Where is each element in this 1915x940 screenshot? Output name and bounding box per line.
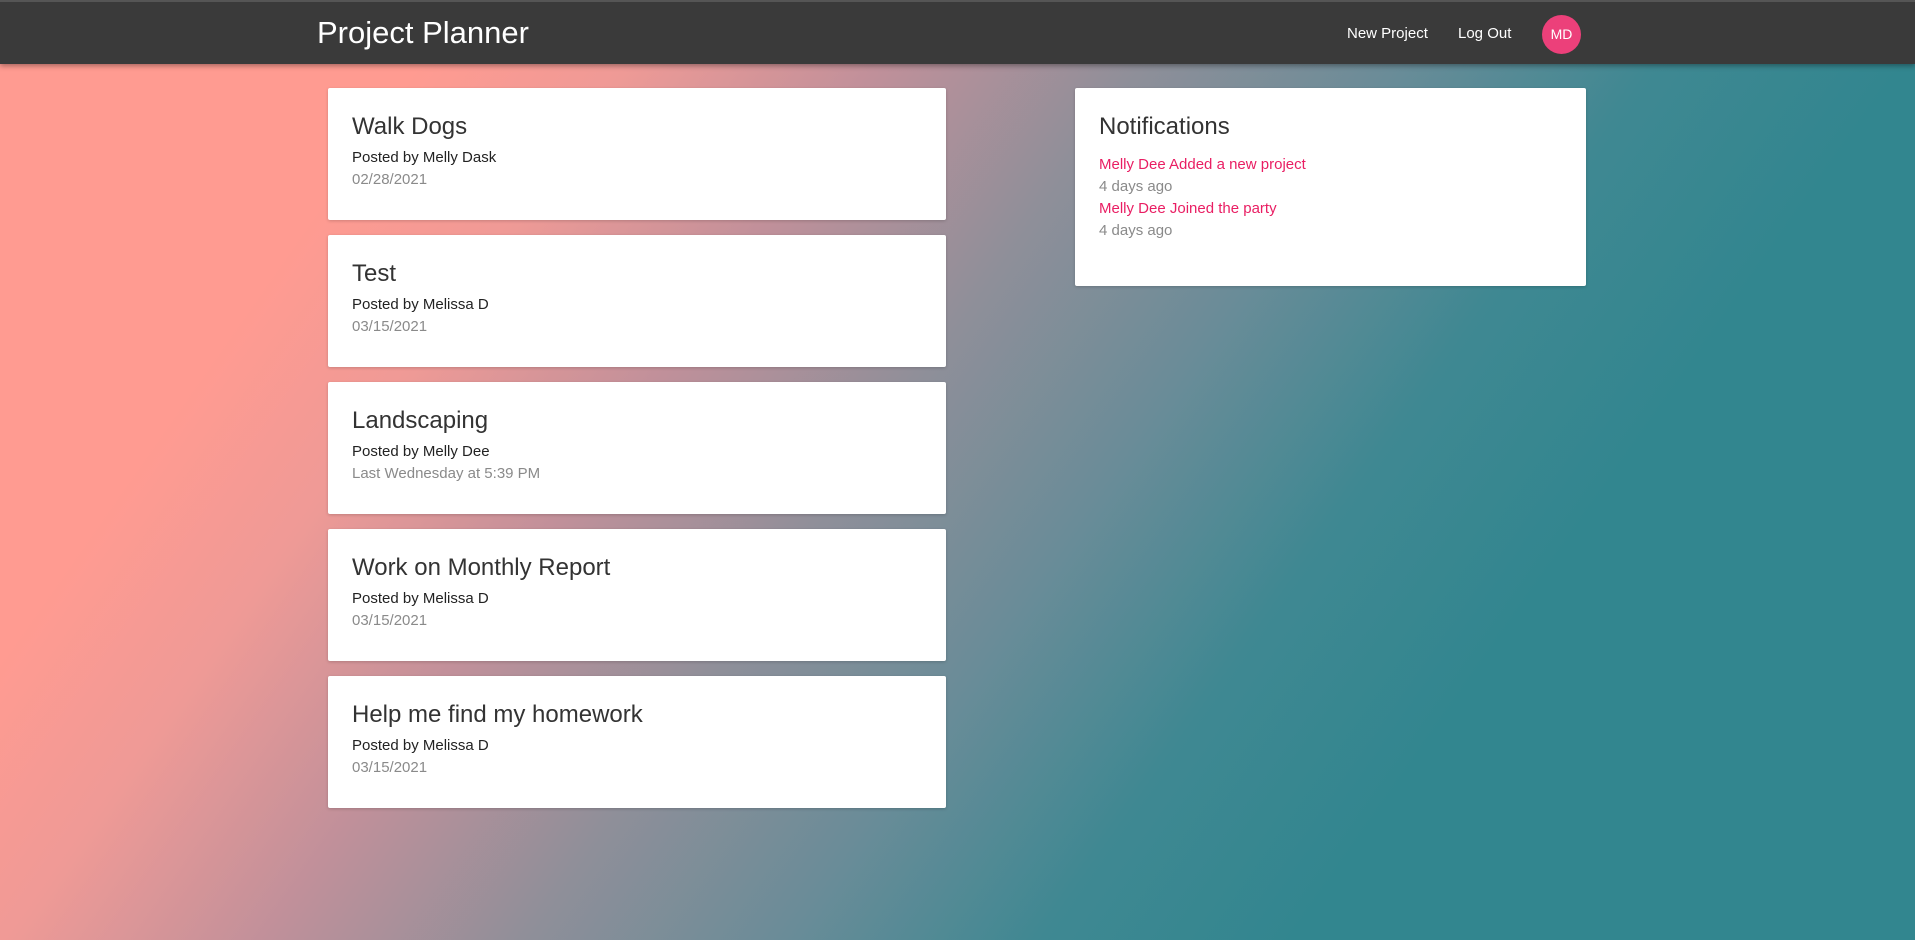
brand-logo-link[interactable]: Project Planner [317, 14, 529, 52]
project-card[interactable]: Landscaping Posted by Melly Dee Last Wed… [328, 382, 946, 514]
project-card[interactable]: Test Posted by Melissa D 03/15/2021 [328, 235, 946, 367]
new-project-link[interactable]: New Project [1347, 24, 1428, 44]
project-author: Posted by Melissa D [352, 296, 489, 313]
project-list: Walk Dogs Posted by Melly Dask 02/28/202… [328, 88, 946, 823]
navbar: Project Planner New Project Log Out MD [0, 0, 1915, 64]
project-title: Work on Monthly Report [352, 554, 611, 581]
project-date: 03/15/2021 [352, 318, 428, 335]
project-card[interactable]: Walk Dogs Posted by Melly Dask 02/28/202… [328, 88, 946, 220]
notifications-panel: Notifications Melly Dee Added a new proj… [1075, 88, 1586, 286]
notifications-title: Notifications [1099, 113, 1230, 140]
project-title: Help me find my homework [352, 701, 643, 728]
project-date: 02/28/2021 [352, 171, 428, 188]
project-title: Landscaping [352, 407, 489, 434]
project-title: Test [352, 260, 397, 287]
project-card[interactable]: Help me find my homework Posted by Melis… [328, 676, 946, 808]
project-title: Walk Dogs [352, 113, 468, 140]
project-author: Posted by Melissa D [352, 737, 489, 754]
notifications-list: Melly Dee Added a new project 4 days ago… [1099, 154, 1562, 242]
notification-text: Melly Dee Joined the party [1099, 200, 1277, 217]
project-author: Posted by Melly Dee [352, 443, 490, 460]
project-date: 03/15/2021 [352, 612, 428, 629]
project-author: Posted by Melly Dask [352, 149, 497, 166]
notification-item: Melly Dee Added a new project 4 days ago [1099, 154, 1562, 198]
notification-time: 4 days ago [1099, 222, 1173, 239]
notification-time: 4 days ago [1099, 178, 1173, 195]
project-card[interactable]: Work on Monthly Report Posted by Melissa… [328, 529, 946, 661]
project-date: 03/15/2021 [352, 759, 428, 776]
project-date: Last Wednesday at 5:39 PM [352, 465, 541, 482]
notification-text: Melly Dee Added a new project [1099, 156, 1306, 173]
project-author: Posted by Melissa D [352, 590, 489, 607]
log-out-link[interactable]: Log Out [1458, 24, 1511, 44]
notification-item: Melly Dee Joined the party 4 days ago [1099, 198, 1562, 242]
user-avatar-button[interactable]: MD [1542, 15, 1581, 54]
